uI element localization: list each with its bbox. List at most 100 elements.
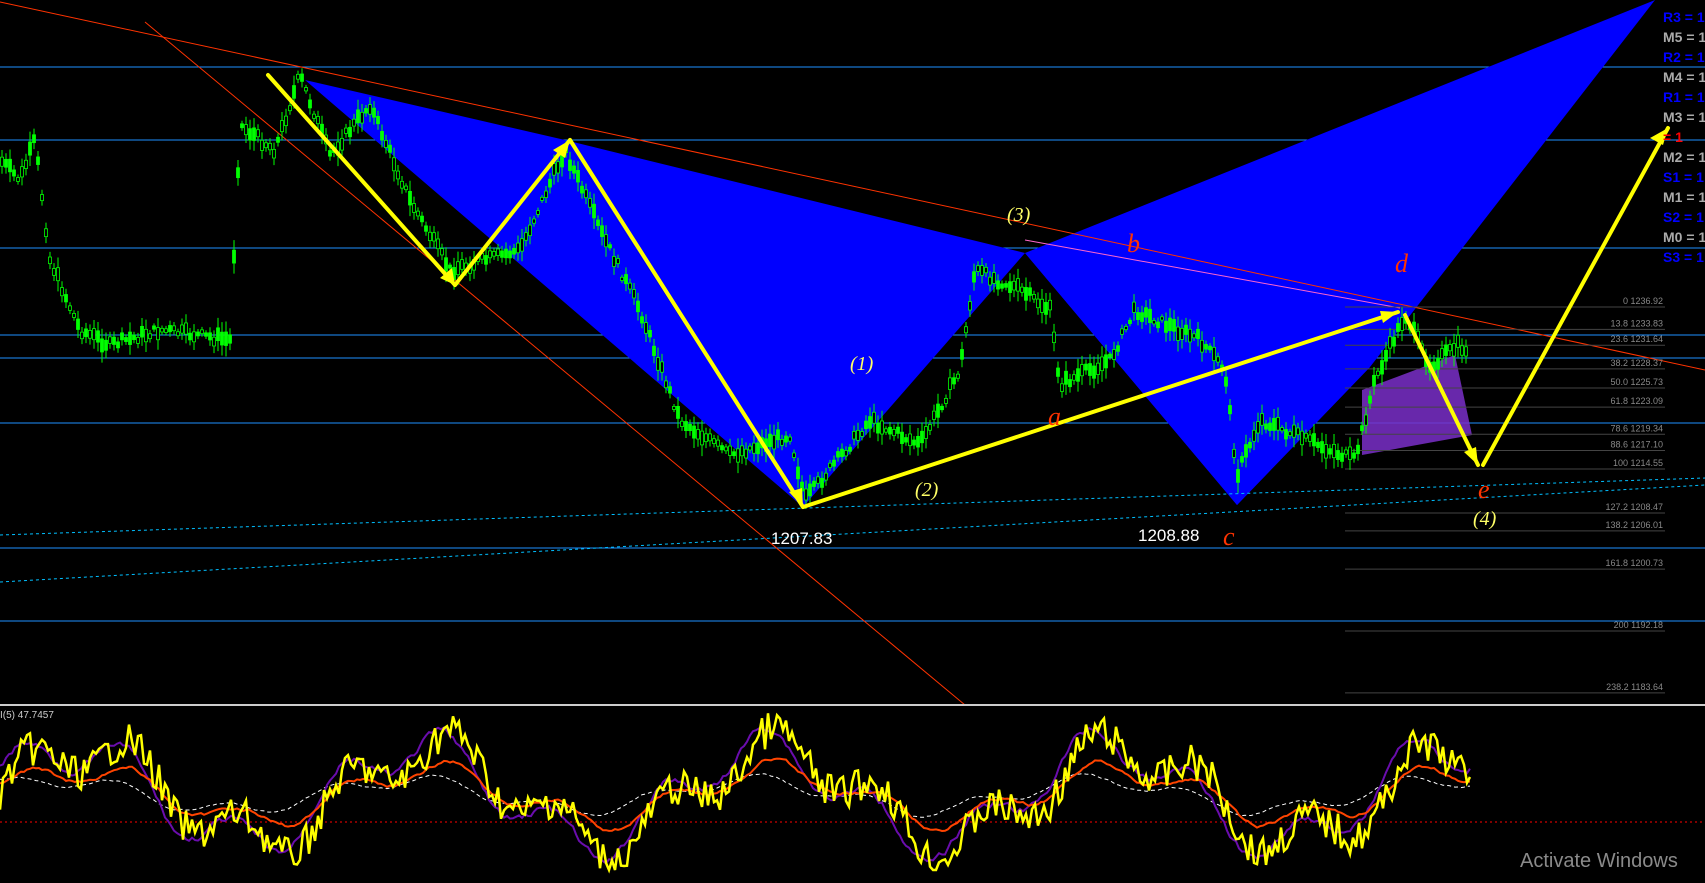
candle-body [264,142,268,149]
candle-body [12,169,16,177]
candle-body [940,405,944,411]
candle-body [148,333,152,340]
candle-body [812,480,816,487]
trading-chart[interactable]: (1) (2) (3) (4) a b c d e 1207.83 1208.8… [0,0,1705,878]
candle-body [356,109,360,124]
candle-body [604,234,608,248]
candle-body [1012,280,1016,291]
candle-body [340,137,344,151]
candle-body [1188,328,1192,343]
candle-body [584,189,588,199]
candle-body [944,398,948,404]
candle-body [632,289,636,299]
candle-body [1260,413,1264,426]
candle-body [368,104,372,115]
candle-body [1460,345,1464,356]
candle-body [928,424,932,431]
pivot-label: M3 = 1 [1663,109,1705,125]
candle-body [1084,363,1088,371]
candle-body [1240,456,1244,463]
candle-body [784,435,788,443]
wave-label-2: (2) [915,479,939,501]
candle-body [168,325,172,333]
candle-body [752,442,756,454]
candle-body [652,345,656,356]
candle-body [1192,333,1196,339]
candle-body [252,127,256,141]
candle-body [1120,328,1124,335]
candle-body [4,158,8,168]
candle-body [572,165,576,174]
candle-body [996,280,1000,290]
candle-body [600,225,604,238]
pivot-label: S3 = 1 [1663,249,1704,265]
candle-body [708,433,712,442]
candle-body [496,248,500,256]
candle-body [316,116,320,125]
pattern-triangle-4 [1025,0,1655,505]
candle-body [28,141,32,156]
candle-body [1052,331,1056,344]
candle-body [1216,356,1220,363]
fib-level-label: 78.6 1219.34 [1610,423,1663,433]
oscillator-ma-line [0,773,1471,818]
candle-body [1056,367,1060,377]
candle-body [180,324,184,334]
candle-body [1204,343,1208,350]
candle-body [1352,452,1356,459]
chart-canvas[interactable]: (1) (2) (3) (4) a b c d e 1207.83 1208.8… [0,0,1705,878]
candle-body [492,251,496,257]
candle-body [1388,336,1392,349]
candle-body [236,167,240,179]
candle-body [1244,444,1248,458]
candle-body [184,322,188,335]
candle-body [1032,293,1036,300]
candle-body [960,349,964,360]
candle-body [516,242,520,254]
candle-body [0,156,4,167]
candle-body [916,435,920,448]
candle-body [104,339,108,351]
candle-body [976,265,980,272]
fib-level-label: 23.6 1231.64 [1610,334,1663,344]
candle-body [360,111,364,124]
candle-body [1020,286,1024,293]
candle-body [856,429,860,441]
candle-body [668,386,672,394]
candle-body [924,426,928,439]
candle-body [24,159,28,169]
candle-body [1232,448,1236,458]
candle-body [644,322,648,334]
candle-body [1008,281,1012,293]
candle-body [420,215,424,223]
candle-body [948,377,952,390]
candle-body [1040,298,1044,313]
candle-body [624,274,628,285]
candle-body [488,250,492,259]
candle-body [588,198,592,208]
candle-body [560,154,564,168]
candle-body [820,477,824,488]
candle-body [216,327,220,342]
candle-body [620,276,624,281]
candle-body [872,411,876,424]
candle-body [16,177,20,182]
candle-body [740,445,744,457]
dotted-support-2 [0,484,1705,583]
candle-body [936,403,940,418]
candle-body [352,118,356,127]
candle-body [568,159,572,171]
candle-body [1180,327,1184,340]
candle-body [52,268,56,276]
candle-body [1304,432,1308,439]
fib-level-label: 61.8 1223.09 [1610,396,1663,406]
candle-body [44,228,48,238]
candle-body [596,219,600,227]
candle-body [628,282,632,290]
candle-body [908,433,912,447]
candle-body [288,105,292,112]
pivot-label: = 1 [1663,129,1683,145]
candle-body [1236,469,1240,483]
candle-body [376,116,380,125]
candle-body [528,224,532,237]
